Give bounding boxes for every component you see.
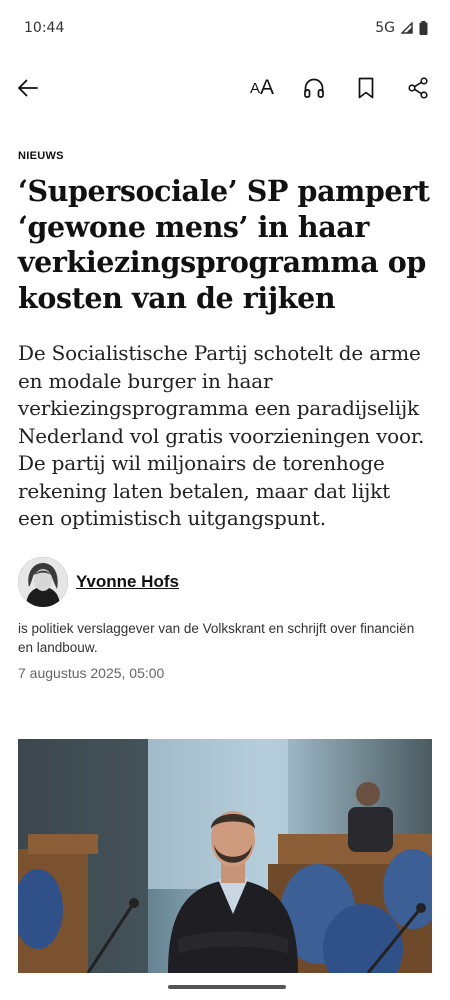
article-headline: ‘Supersociale’ SP pampert ‘gewone mens’ … bbox=[18, 174, 430, 315]
battery-icon bbox=[419, 21, 428, 35]
signal-icon bbox=[401, 22, 413, 34]
status-time: 10:44 bbox=[24, 20, 65, 36]
back-button[interactable] bbox=[12, 72, 44, 104]
network-label: 5G bbox=[375, 20, 395, 36]
article-toolbar: A A bbox=[0, 64, 450, 112]
arrow-left-icon bbox=[18, 79, 38, 97]
status-bar: 10:44 5G bbox=[0, 0, 450, 56]
author-portrait-image bbox=[18, 556, 68, 607]
share-button[interactable] bbox=[402, 72, 434, 104]
share-icon bbox=[408, 77, 428, 99]
article-intro: De Socialistische Partij schotelt de arm… bbox=[18, 341, 425, 530]
bookmark-button[interactable] bbox=[350, 72, 382, 104]
section-label: NIEUWS bbox=[18, 150, 64, 162]
listen-button[interactable] bbox=[298, 72, 330, 104]
author-name-link[interactable]: Yvonne Hofs bbox=[76, 572, 179, 592]
author-bio: is politiek verslaggever van de Volkskra… bbox=[18, 620, 415, 655]
article-photo bbox=[18, 739, 432, 973]
font-size-button[interactable]: A A bbox=[244, 72, 280, 104]
parliament-photo bbox=[18, 739, 432, 973]
author-avatar[interactable] bbox=[18, 556, 68, 607]
font-size-large-label: A bbox=[260, 76, 275, 99]
author-row: Yvonne Hofs bbox=[18, 556, 432, 607]
bookmark-icon bbox=[358, 77, 374, 99]
status-icons: 5G bbox=[375, 20, 428, 36]
article-content: NIEUWS ‘Supersociale’ SP pampert ‘gewone… bbox=[18, 140, 432, 681]
home-indicator[interactable] bbox=[168, 985, 286, 989]
publish-date: 7 augustus 2025, 05:00 bbox=[18, 664, 165, 681]
font-size-small-label: A bbox=[249, 79, 260, 97]
headphones-icon bbox=[304, 78, 324, 98]
